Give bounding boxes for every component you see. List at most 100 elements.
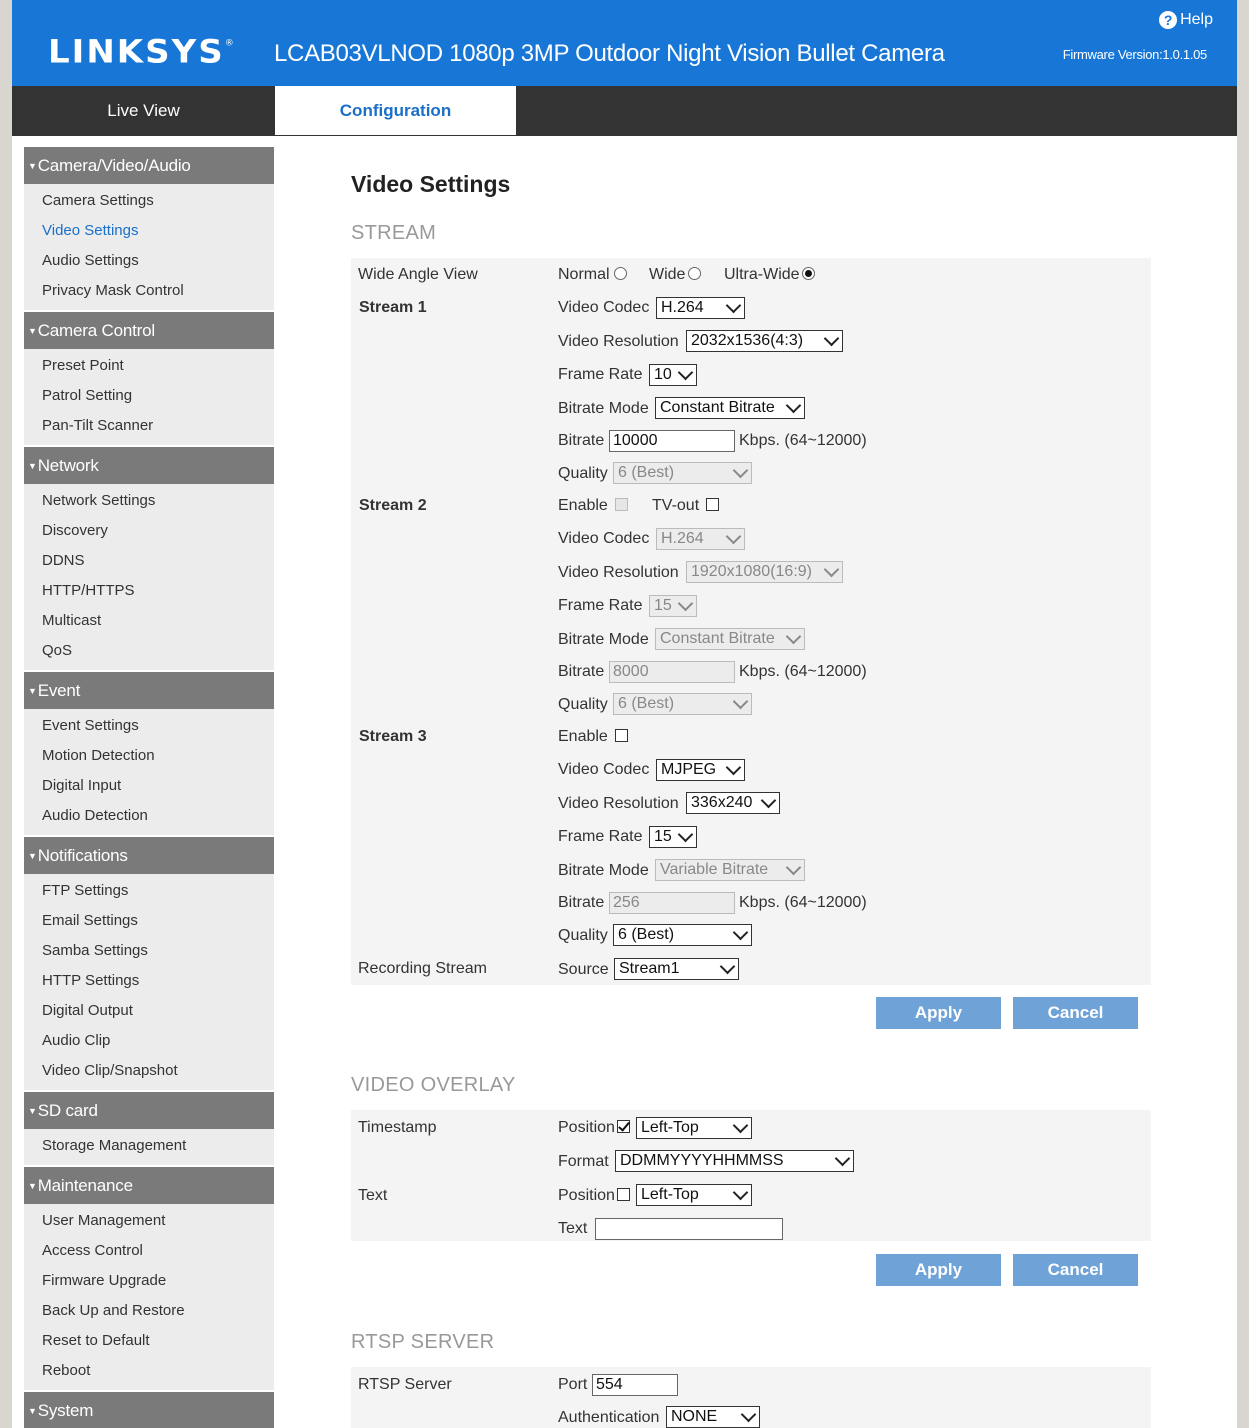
sidebar-item[interactable]: Privacy Mask Control	[24, 276, 274, 306]
sidebar-item[interactable]: Digital Output	[24, 996, 274, 1026]
sidebar-item[interactable]: Patrol Setting	[24, 381, 274, 411]
sidebar-item[interactable]: Audio Settings	[24, 246, 274, 276]
s3-codec-select[interactable]: MJPEG	[656, 759, 745, 781]
normal-radio[interactable]	[614, 267, 627, 280]
linksys-logo: LINKSYS®	[48, 33, 234, 71]
s2-enable-checkbox[interactable]	[615, 498, 628, 511]
sidebar-item[interactable]: DDNS	[24, 546, 274, 576]
sidebar-item[interactable]: Video Settings	[24, 216, 274, 246]
sidebar-section-header[interactable]: ▼ Maintenance	[24, 1167, 274, 1204]
sidebar-section-header[interactable]: ▼ Camera/Video/Audio	[24, 147, 274, 184]
sidebar-item[interactable]: FTP Settings	[24, 876, 274, 906]
port-input[interactable]: 554	[592, 1374, 678, 1396]
sidebar-item[interactable]: Firmware Upgrade	[24, 1266, 274, 1296]
sidebar-item[interactable]: Preset Point	[24, 351, 274, 381]
s3-bitrate-input[interactable]: 256	[609, 892, 735, 914]
s3-bitrate-label: Bitrate	[558, 894, 605, 911]
sidebar-item[interactable]: Reset to Default	[24, 1326, 274, 1356]
collapse-triangle-icon: ▼	[28, 160, 37, 171]
chevron-down-icon	[732, 694, 749, 710]
help-link[interactable]: ? Help	[1159, 11, 1213, 29]
sidebar-item[interactable]: Motion Detection	[24, 741, 274, 771]
s3-quality-select[interactable]: 6 (Best)	[613, 924, 752, 946]
sidebar-item[interactable]: Access Control	[24, 1236, 274, 1266]
s1-framerate-label: Frame Rate	[558, 366, 643, 383]
stream-panel: Wide Angle View Normal Wide Ultra-Wide S…	[351, 258, 1151, 985]
text-position-select[interactable]: Left-Top	[636, 1184, 752, 1206]
s3-bitrate-mode-label: Bitrate Mode	[558, 862, 649, 879]
sidebar-item[interactable]: Email Settings	[24, 906, 274, 936]
s2-framerate-select[interactable]: 15	[649, 595, 697, 617]
sidebar-section-header[interactable]: ▼ Event	[24, 672, 274, 709]
sidebar-item[interactable]: Discovery	[24, 516, 274, 546]
sidebar-item[interactable]: Samba Settings	[24, 936, 274, 966]
s2-quality-select[interactable]: 6 (Best)	[613, 693, 752, 715]
overlay-apply-button[interactable]: Apply	[876, 1254, 1001, 1286]
s2-bitrate-mode-select[interactable]: Constant Bitrate	[655, 628, 805, 650]
s3-framerate-select[interactable]: 15	[649, 826, 697, 848]
s1-codec-select[interactable]: H.264	[656, 297, 745, 319]
s1-bitrate-input[interactable]: 10000	[609, 430, 735, 452]
stream-apply-button[interactable]: Apply	[876, 997, 1001, 1029]
collapse-triangle-icon: ▼	[28, 850, 37, 861]
sidebar-section-header[interactable]: ▼ System	[24, 1392, 274, 1428]
sidebar-section-header[interactable]: ▼ SD card	[24, 1092, 274, 1129]
overlay-cancel-button[interactable]: Cancel	[1013, 1254, 1138, 1286]
s1-resolution-select[interactable]: 2032x1536(4:3)	[686, 330, 843, 352]
source-select[interactable]: Stream1	[614, 958, 739, 980]
sidebar-item[interactable]: Camera Settings	[24, 186, 274, 216]
tab-configuration[interactable]: Configuration	[275, 86, 516, 135]
sidebar-item[interactable]: Pan-Tilt Scanner	[24, 411, 274, 441]
collapse-triangle-icon: ▼	[28, 685, 37, 696]
sidebar-item[interactable]: Event Settings	[24, 711, 274, 741]
recording-stream-label: Recording Stream	[358, 960, 487, 977]
sidebar-item[interactable]: Audio Detection	[24, 801, 274, 831]
sidebar-item[interactable]: HTTP Settings	[24, 966, 274, 996]
sidebar-item[interactable]: Audio Clip	[24, 1026, 274, 1056]
s3-resolution-select[interactable]: 336x240	[686, 792, 780, 814]
sidebar-item[interactable]: Multicast	[24, 606, 274, 636]
ts-position-checkbox[interactable]	[617, 1120, 630, 1133]
auth-select[interactable]: NONE	[666, 1406, 760, 1428]
wide-radio[interactable]	[688, 267, 701, 280]
s1-quality-value: 6 (Best)	[618, 464, 675, 481]
sidebar-section-header[interactable]: ▼ Network	[24, 447, 274, 484]
s1-quality-select[interactable]: 6 (Best)	[613, 462, 752, 484]
s3-enable-checkbox[interactable]	[615, 729, 628, 742]
s2-tvout-checkbox[interactable]	[706, 498, 719, 511]
sidebar-item[interactable]: User Management	[24, 1206, 274, 1236]
sidebar-item[interactable]: Back Up and Restore	[24, 1296, 274, 1326]
sidebar-section-header[interactable]: ▼ Camera Control	[24, 312, 274, 349]
tab-live-view[interactable]: Live View	[12, 86, 275, 136]
s2-codec-select[interactable]: H.264	[656, 528, 745, 550]
ts-position-label: Position	[558, 1119, 615, 1136]
source-label: Source	[558, 961, 609, 978]
s1-framerate-select[interactable]: 10	[649, 364, 697, 386]
s1-bitrate-mode-value: Constant Bitrate	[660, 399, 775, 416]
text-position-checkbox[interactable]	[617, 1188, 630, 1201]
chevron-down-icon	[677, 596, 694, 612]
sidebar-item[interactable]: Storage Management	[24, 1131, 274, 1161]
sidebar-item[interactable]: Digital Input	[24, 771, 274, 801]
text-field-input[interactable]	[595, 1218, 783, 1240]
ultra-wide-radio[interactable]	[802, 267, 815, 280]
sidebar-item[interactable]: Network Settings	[24, 486, 274, 516]
ts-position-select[interactable]: Left-Top	[636, 1117, 752, 1139]
stream2-label: Stream 2	[359, 497, 427, 514]
sidebar-item[interactable]: Reboot	[24, 1356, 274, 1386]
s2-bitrate-input[interactable]: 8000	[609, 661, 735, 683]
s3-bitrate-mode-select[interactable]: Variable Bitrate	[655, 859, 805, 881]
stream-section-title: STREAM	[351, 222, 437, 244]
sidebar-item[interactable]: HTTP/HTTPS	[24, 576, 274, 606]
s2-resolution-select[interactable]: 1920x1080(16:9)	[686, 561, 843, 583]
sidebar-section-items: Event Settings Motion Detection Digital In…	[24, 709, 274, 835]
s1-bitrate-mode-select[interactable]: Constant Bitrate	[655, 397, 805, 419]
chevron-down-icon	[732, 463, 749, 479]
sidebar-item[interactable]: QoS	[24, 636, 274, 666]
stream-cancel-button[interactable]: Cancel	[1013, 997, 1138, 1029]
sidebar-section-header[interactable]: ▼ Notifications	[24, 837, 274, 874]
format-select[interactable]: DDMMYYYYHHMMSS	[615, 1150, 854, 1172]
sidebar-item[interactable]: Video Clip/Snapshot	[24, 1056, 274, 1086]
sidebar-section-title: Camera Control	[37, 320, 155, 340]
s2-tvout-label: TV-out	[652, 497, 700, 514]
